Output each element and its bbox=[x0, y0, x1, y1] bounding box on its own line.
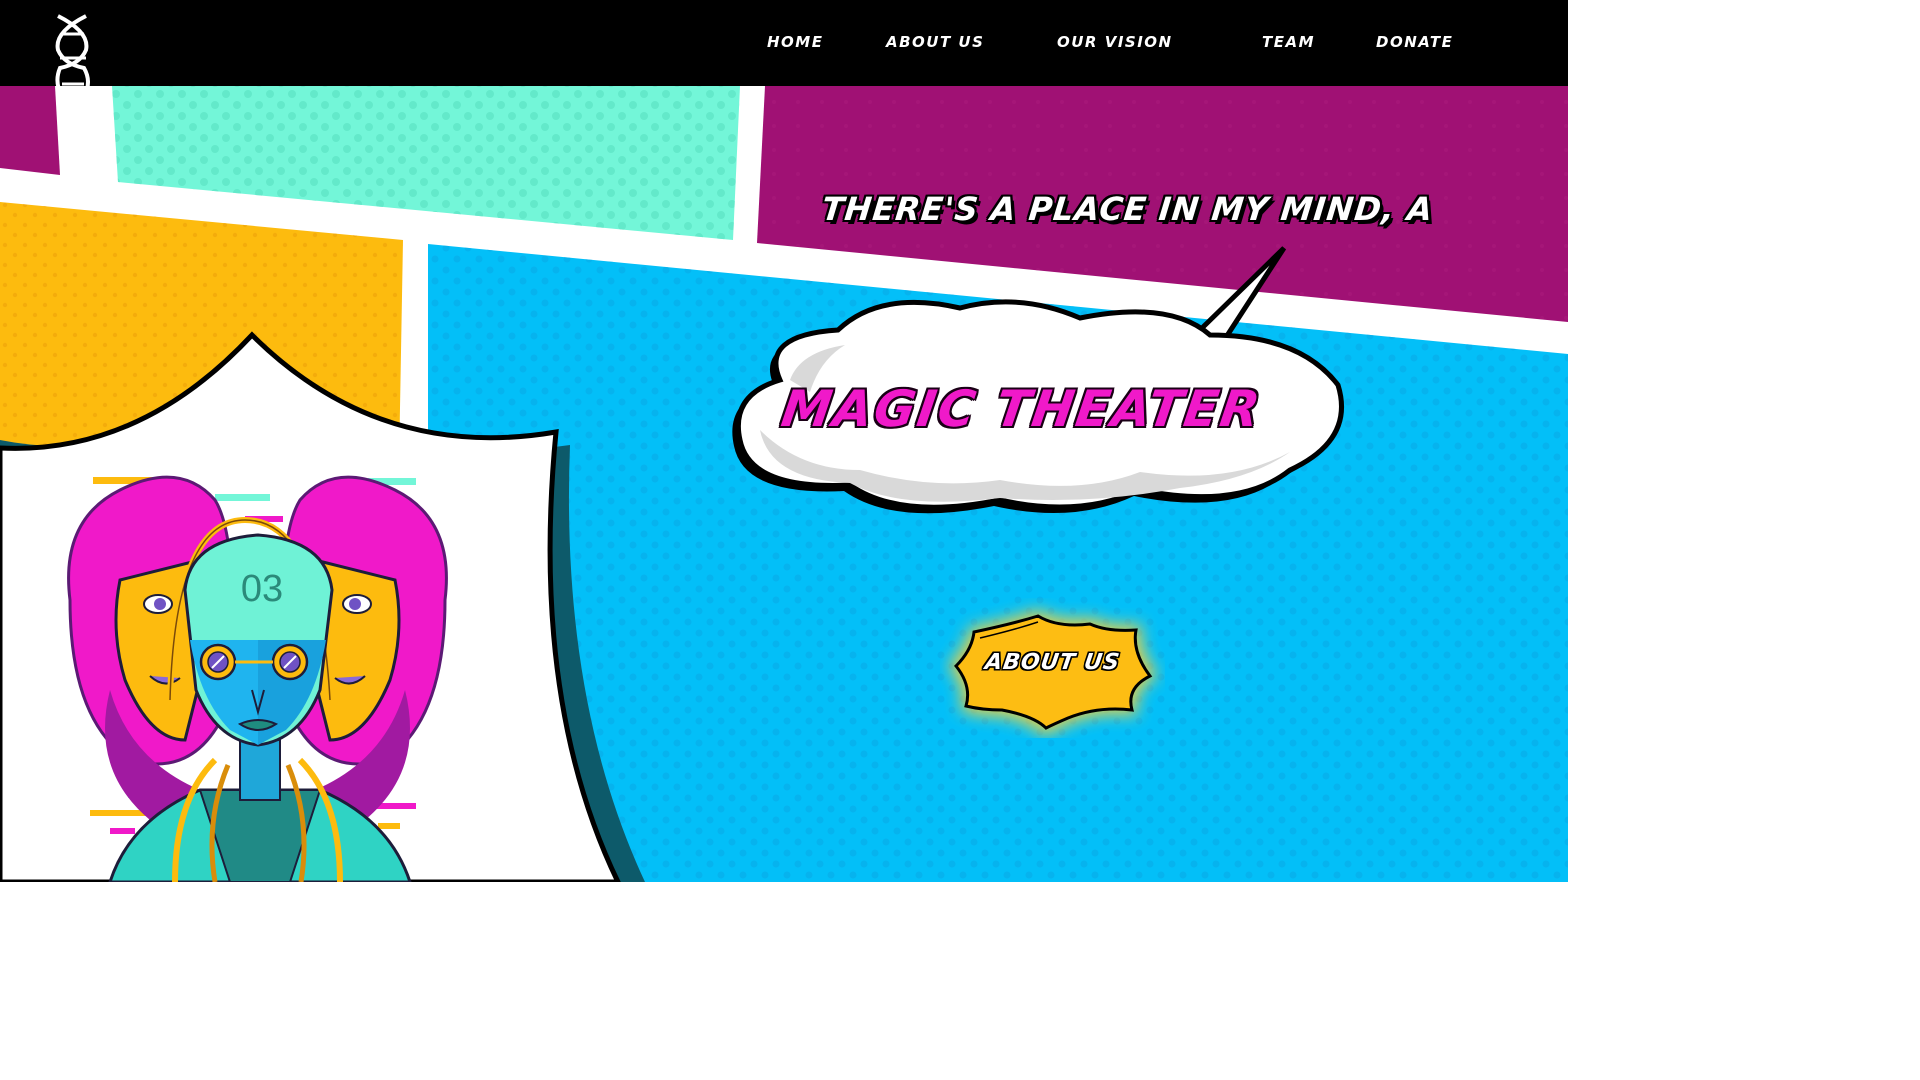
nav-donate[interactable]: DONATE bbox=[1376, 33, 1453, 51]
hero-headline: MAGIC THEATER bbox=[777, 380, 1266, 438]
comic-panel-background bbox=[0, 86, 1568, 882]
about-us-cta-button[interactable]: ABOUT US bbox=[940, 598, 1165, 738]
nav-team[interactable]: TEAM bbox=[1262, 33, 1315, 51]
nav-our-vision[interactable]: OUR VISION bbox=[1057, 33, 1173, 51]
hero-tagline: THERE'S A PLACE IN MY MIND, A bbox=[820, 190, 1436, 228]
illustration-badge-number: 03 bbox=[240, 568, 284, 610]
nav-about-us[interactable]: ABOUT US bbox=[886, 33, 984, 51]
top-navbar: HOME ABOUT US OUR VISION TEAM DONATE bbox=[0, 0, 1568, 107]
nav-home[interactable]: HOME bbox=[767, 33, 823, 51]
about-us-cta-label: ABOUT US bbox=[983, 650, 1122, 675]
dna-helix-icon[interactable] bbox=[50, 12, 96, 108]
